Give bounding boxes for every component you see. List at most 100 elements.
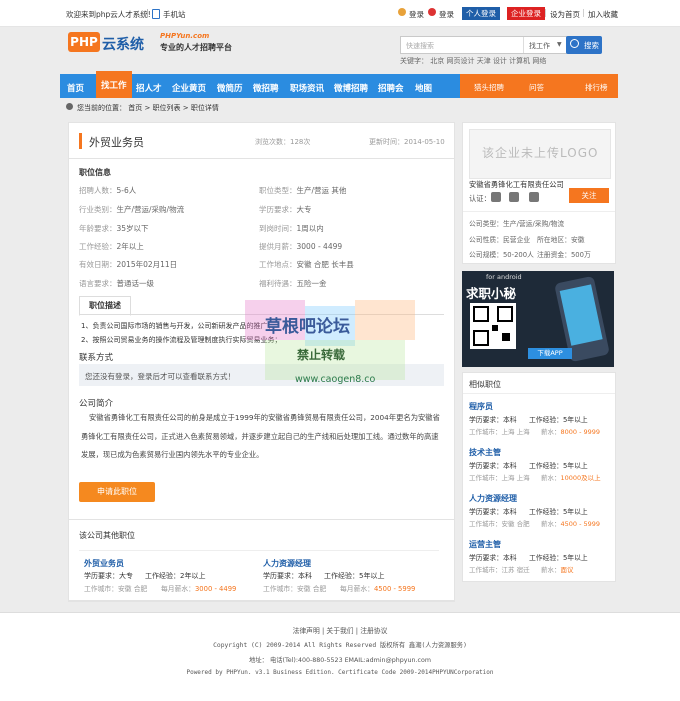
add-favorite-link[interactable]: 加入收藏 [588,9,618,20]
search-input[interactable]: 快速搜索 找工作 ▼ [400,36,567,54]
field-valid-date: 有效日期：2015年02月11日 [79,260,178,269]
verify-phone-icon [491,192,501,202]
home-icon [66,103,73,110]
user-icon [398,8,406,16]
contact-text: 您还没有登录，登录后才可以查看联系方式！ [85,372,235,381]
personal-login-button[interactable]: 个人登录 [462,7,500,20]
tab-job-description[interactable]: 职位描述 [79,296,131,316]
weibo-login-link[interactable]: 登录 [439,9,454,20]
similar-job-link[interactable]: 技术主管 [469,447,501,458]
footer-address: 地址： 电话(Tel):400-880-5523 EMAIL:admin@php… [249,657,431,664]
footer-link-terms[interactable]: 注册协议 [360,627,387,635]
job-city: 工作城市：安徽 合肥 [263,585,327,593]
search-button[interactable]: 搜索 [566,36,602,54]
desc-line: 1、负责公司国际市场的销售与开发，公司新研发产品的推广； [81,322,275,330]
company-nature: 公司性质：民营企业 [469,236,531,244]
divider: | [582,8,585,17]
hot-keyword[interactable]: 北京 [430,57,444,65]
mobile-link[interactable]: 手机站 [163,9,186,20]
other-jobs-panel: 该公司其他职位 外贸业务员 学历要求：大专 工作经验：2年以上 工作城市：安徽 … [68,519,455,601]
section-title: 职位信息 [79,168,111,177]
similar-job-link[interactable]: 人力资源经理 [469,493,517,504]
field-location: 工作地点：安徽 合肥 长丰县 [259,260,354,269]
nav-map[interactable]: 地图 [415,82,432,94]
breadcrumb-current: 职位详情 [190,104,219,112]
welcome-text: 欢迎来到php云人才系统! [66,10,151,19]
follow-button[interactable]: 关注 [569,188,609,203]
job-experience: 工作经验：5年以上 [324,572,385,580]
footer-link-legal[interactable]: 法律声明 [293,627,320,635]
app-download-banner[interactable]: for android 求职小秘 下载APP [462,271,614,367]
hot-keyword[interactable]: 计算机 [509,57,530,65]
divider: | [146,8,149,17]
update-time: 更新时间：2014-05-10 [369,138,445,146]
search-type-select[interactable]: 找工作 [529,41,550,51]
footer-powered: Powered by PHPYun. v3.1 Business Edition… [186,669,494,676]
nav-qa[interactable]: 问答 [529,82,544,93]
hot-keyword[interactable]: 天津 [477,57,491,65]
field-education: 学历要求：大专 [259,205,312,214]
nav-headhunter[interactable]: 猎头招聘 [474,82,504,93]
view-count: 浏览次数：128次 [255,138,311,146]
chevron-down-icon: ▼ [557,41,562,48]
apply-button[interactable]: 申请此职位 [79,482,155,502]
hot-keywords: 关键字： 北京 网页设计 天津 设计 计算机 网络 [400,57,547,65]
job-header: 外贸业务员 浏览次数：128次 更新时间：2014-05-10 [68,122,455,160]
other-job-link[interactable]: 外贸业务员 [84,558,124,569]
company-type: 公司类型：生产/营运/采购/物流 [469,220,565,228]
verify-label: 认证： [469,194,491,203]
login-link[interactable]: 登录 [409,9,424,20]
nav-find-talent[interactable]: 招人才 [136,82,162,94]
qr-code [470,303,516,349]
similar-job-link[interactable]: 运营主管 [469,539,501,550]
desc-line: 2、按照公司贸易业务的操作流程及管理制度执行实际贸易业务； [81,336,282,344]
download-app-button[interactable]: 下载APP [528,348,572,359]
nav-weibo-recruit[interactable]: 微博招聘 [334,82,368,94]
app-title: 求职小秘 [466,286,517,301]
company-logo-placeholder: 该企业未上传LOGO [469,129,611,179]
nav-right: 猎头招聘 问答 排行榜 [460,74,618,98]
footer-copyright: Copyright (C) 2009-2014 All Rights Reser… [213,642,467,649]
field-headcount: 招聘人数：5-6人 [79,186,137,195]
logo-slogan: 专业的人才招聘平台 [160,43,232,52]
nav-career-news[interactable]: 职场资讯 [290,82,324,94]
similar-title: 相似职位 [469,380,501,389]
breadcrumb-job-list[interactable]: 职位列表 [153,104,181,112]
set-home-link[interactable]: 设为首页 [550,9,580,20]
nav-home[interactable]: 首页 [67,82,84,94]
company-intro-title: 公司简介 [79,399,114,409]
hot-keyword[interactable]: 设计 [493,57,507,65]
job-education: 学历要求：大专 [84,572,133,580]
job-experience: 工作经验：2年以上 [145,572,206,580]
logo-url: PHPYun.com [160,32,210,40]
nav-micro-recruit[interactable]: 微招聘 [253,82,279,94]
company-card: 该企业未上传LOGO 安徽省勇锋化工有限责任公司 认证： 关注 公司类型：生产/… [462,122,616,264]
nav-company-directory[interactable]: 企业黄页 [172,82,206,94]
field-start-time: 到岗时间：1周以内 [259,224,324,233]
top-bar: 欢迎来到php云人才系统! | 手机站 登录 登录 个人登录 企业登录 | 设为… [0,0,680,27]
nav-micro-resume[interactable]: 微简历 [217,82,243,94]
contact-title: 联系方式 [79,353,114,363]
contact-box: 您还没有登录，登录后才可以查看联系方式！ [79,364,444,386]
similar-job-link[interactable]: 程序员 [469,401,493,412]
hot-keyword[interactable]: 网络 [532,57,546,65]
other-job-link[interactable]: 人力资源经理 [263,558,311,569]
similar-jobs-panel: 相似职位 程序员 学历要求：本科 工作经验：5年以上 工作城市：上海 上海 薪水… [462,372,616,582]
footer-link-about[interactable]: 关于我们 [326,627,353,635]
company-name-link[interactable]: 安徽省勇锋化工有限责任公司 [469,180,564,190]
logo-text: 云系统 [102,37,144,53]
breadcrumb-home[interactable]: 首页 [128,104,142,112]
nav-job-fair[interactable]: 招聘会 [378,82,404,94]
verify-email-icon [529,192,539,202]
main-nav: 首页 找工作 招人才 企业黄页 微简历 微招聘 职场资讯 微博招聘 招聘会 地图 [60,71,460,98]
verify-license-icon [509,192,519,202]
job-salary: 每月薪水：3000 - 4499 [161,585,237,593]
weibo-icon [428,8,436,16]
company-scale: 公司规模：50-200人 [469,251,534,259]
nav-ranking[interactable]: 排行榜 [585,82,608,93]
nav-find-job[interactable]: 找工作 [96,71,132,98]
company-login-button[interactable]: 企业登录 [507,7,545,20]
hot-keyword[interactable]: 网页设计 [446,57,474,65]
company-capital: 注册资金：500万 [537,251,591,259]
field-age: 年龄要求：35岁以下 [79,224,149,233]
